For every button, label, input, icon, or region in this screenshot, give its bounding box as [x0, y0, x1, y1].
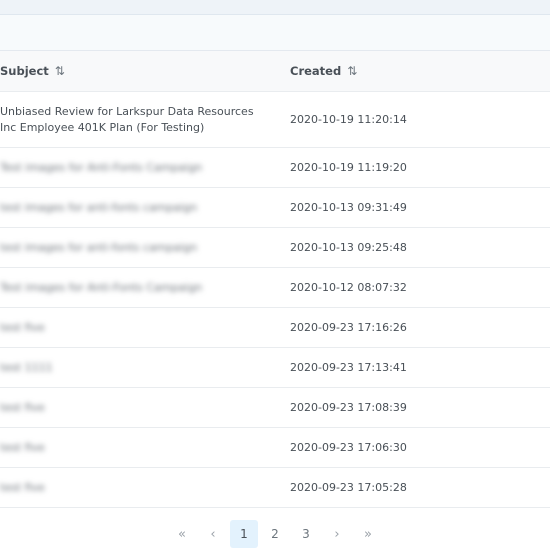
page-button-3[interactable]: 3	[292, 520, 320, 548]
next-page-button[interactable]: ›	[323, 520, 351, 548]
created-cell: 2020-10-12 08:07:32	[290, 281, 407, 294]
table-row[interactable]: test five 2020-09-23 17:05:28	[0, 468, 550, 508]
subject-cell-redacted: test five	[0, 320, 45, 334]
table-row[interactable]: Test images for Anti-Fonts Campaign 2020…	[0, 268, 550, 308]
table-row[interactable]: test five 2020-09-23 17:16:26	[0, 308, 550, 348]
created-cell: 2020-10-19 11:19:20	[290, 161, 407, 174]
table-row[interactable]: Unbiased Review for Larkspur Data Resour…	[0, 92, 550, 148]
sort-icon[interactable]: ⇅	[55, 64, 65, 78]
created-cell: 2020-09-23 17:13:41	[290, 361, 407, 374]
created-cell: 2020-10-19 11:20:14	[290, 113, 407, 126]
sort-icon[interactable]: ⇅	[347, 64, 357, 78]
top-strip	[0, 0, 550, 15]
last-page-button[interactable]: »	[354, 520, 382, 548]
table-row[interactable]: test images for anti-fonts campaign 2020…	[0, 188, 550, 228]
table-row[interactable]: test 1111 2020-09-23 17:13:41	[0, 348, 550, 388]
column-header-subject-label: Subject	[0, 64, 49, 78]
created-cell: 2020-09-23 17:08:39	[290, 401, 407, 414]
created-cell: 2020-09-23 17:16:26	[290, 321, 407, 334]
column-header-subject[interactable]: Subject ⇅	[0, 51, 65, 91]
pagination: « ‹ 1 2 3 › »	[0, 519, 550, 549]
subject-cell-redacted: test five	[0, 480, 45, 494]
table-header: Subject ⇅ Created ⇅	[0, 51, 550, 92]
created-cell: 2020-10-13 09:31:49	[290, 201, 407, 214]
toolbar-band	[0, 15, 550, 51]
table-row[interactable]: test images for anti-fonts campaign 2020…	[0, 228, 550, 268]
subject-cell: Unbiased Review for Larkspur Data Resour…	[0, 104, 254, 134]
table-row[interactable]: test five 2020-09-23 17:08:39	[0, 388, 550, 428]
subject-cell-redacted: test five	[0, 440, 45, 454]
column-header-created[interactable]: Created ⇅	[290, 51, 357, 91]
subject-cell-redacted: test images for anti-fonts campaign	[0, 240, 198, 254]
prev-page-button[interactable]: ‹	[199, 520, 227, 548]
created-cell: 2020-09-23 17:06:30	[290, 441, 407, 454]
page-button-2[interactable]: 2	[261, 520, 289, 548]
column-header-created-label: Created	[290, 64, 342, 78]
created-cell: 2020-10-13 09:25:48	[290, 241, 407, 254]
table-row[interactable]: test five 2020-09-23 17:06:30	[0, 428, 550, 468]
page-button-1[interactable]: 1	[230, 520, 258, 548]
subject-cell-redacted: Test images for Anti-Fonts Campaign	[0, 280, 203, 294]
created-cell: 2020-09-23 17:05:28	[290, 481, 407, 494]
subject-cell-redacted: Test images for Anti-Fonts Campaign	[0, 160, 203, 174]
table-body: Unbiased Review for Larkspur Data Resour…	[0, 92, 550, 508]
subject-cell-redacted: test five	[0, 400, 45, 414]
first-page-button[interactable]: «	[168, 520, 196, 548]
table-row[interactable]: Test images for Anti-Fonts Campaign 2020…	[0, 148, 550, 188]
subject-cell-redacted: test 1111	[0, 360, 53, 374]
subject-cell-redacted: test images for anti-fonts campaign	[0, 200, 198, 214]
